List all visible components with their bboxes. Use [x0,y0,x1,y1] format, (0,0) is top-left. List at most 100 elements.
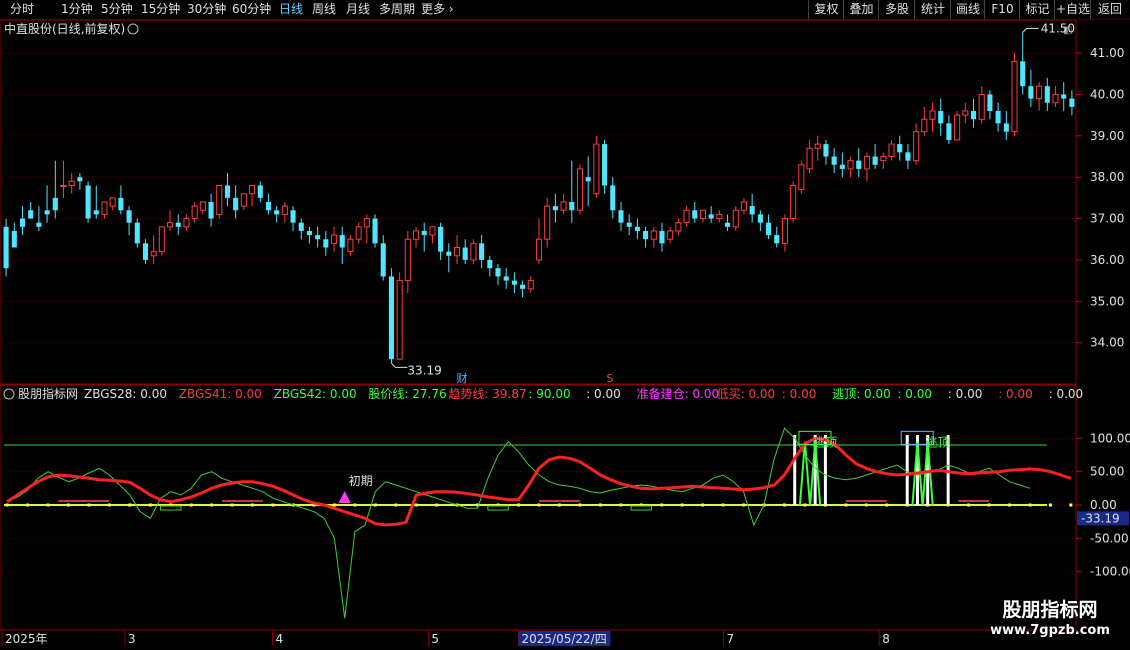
initial-label: 初期 [349,474,373,488]
x-label-2: 4 [276,632,284,646]
candle-body [487,259,493,269]
candle-body [1011,60,1018,133]
ind-ytick-label-2: 0.00 [1090,498,1117,512]
watermark: 股朋指标网 www.7gpzb.com [975,598,1125,648]
candle-body [978,93,985,120]
candle-body [798,164,805,191]
candle-body [725,222,731,227]
zero-dot [87,503,91,507]
candle-body [1044,86,1050,103]
main-ytick-label-4: 37.00 [1090,212,1124,226]
legend-item-6: : 0.00 [586,387,621,401]
indicator-dropdown-icon [3,388,15,400]
zero-dot [1048,503,1052,507]
candle-body [175,222,181,227]
candle-body [888,143,895,158]
legend-item-11: : 0.00 [897,387,932,401]
candle-body [274,210,280,215]
main-ytick-label-7: 34.00 [1090,336,1124,350]
candle-body [675,222,682,232]
candle-body [740,201,748,211]
candle-body [634,226,640,231]
legend-item-2: ZBGS42: 0.00 [274,387,357,401]
candle-body [126,210,132,223]
green-flat-bar [630,505,653,511]
zero-dot [251,503,255,507]
candle-body [610,185,616,211]
zero-dot [271,503,275,507]
candle-body [659,230,665,244]
candle-body [93,210,99,215]
candle-body [872,156,878,165]
candle-body [1020,61,1026,87]
candle-body [479,243,485,260]
candle-body [3,226,9,269]
finance-marker: 财 [457,371,468,385]
candle-body [44,210,50,215]
candle-body [806,147,813,170]
watermark-line2: www.7gpzb.com [990,623,1110,638]
main-ytick-label-6: 35.00 [1090,294,1124,308]
candle-body [298,222,304,231]
zero-dot [353,503,357,507]
candle-body [774,235,780,244]
candle-body [355,226,362,240]
green-flat-bar [487,505,509,511]
zero-dot [517,503,521,507]
candle-body [142,243,149,260]
price-line [6,427,1031,619]
stock-title: 中直股份(日线,前复权) [4,21,125,36]
escape-label-1: 逃顶 [813,435,837,449]
legend-item-13: : 0.00 [998,387,1033,401]
candle-body [216,184,223,215]
zero-dot [414,503,418,507]
zero-dot [557,503,561,507]
candle-body [208,202,214,219]
candle-body [28,210,34,219]
candle-body [897,144,903,153]
main-ytick-label-1: 40.00 [1090,87,1124,101]
zero-dot [107,503,111,507]
candle-body [101,201,108,215]
candle-body [544,205,551,240]
candle-body [643,230,649,240]
candle-body [856,160,862,169]
main-ytick-label-3: 38.00 [1090,170,1124,184]
candle-body [191,205,198,220]
candle-body [240,193,247,207]
candle-body [618,210,624,223]
candle-body [339,235,345,248]
candle-body [839,164,845,169]
candle-body [921,118,928,133]
current-value-badge-label: -33.19 [1081,511,1120,525]
candle-body [281,205,288,215]
main-pane-frame [0,19,1077,385]
candle-body [183,218,190,228]
zero-dot [742,503,746,507]
trend-line [6,436,1072,527]
candle-body [233,197,239,211]
zero-dot [1069,503,1073,507]
zero-dot [578,503,582,507]
candle-body [388,276,394,360]
zero-dot [189,503,193,507]
main-ytick-label-5: 36.00 [1090,253,1124,267]
zero-dot [701,503,705,507]
candle-body [790,184,797,220]
zero-dot [844,503,848,507]
legend-item-1: ZBGS41: 0.00 [179,387,262,401]
legend-item-4: 趋势线: 39.87 [448,387,526,401]
zero-dot [435,503,439,507]
candle-body [585,177,591,182]
candle-body [814,143,821,149]
candle-body [1069,98,1075,107]
candle-body [470,242,477,261]
candle-body [85,185,91,219]
candle-body [552,206,558,211]
candle-body [560,201,567,211]
zero-dot [66,503,70,507]
candle-body [363,218,370,228]
candle-body [987,94,993,111]
candle-body [757,214,763,223]
green-flat-bar [160,505,182,511]
